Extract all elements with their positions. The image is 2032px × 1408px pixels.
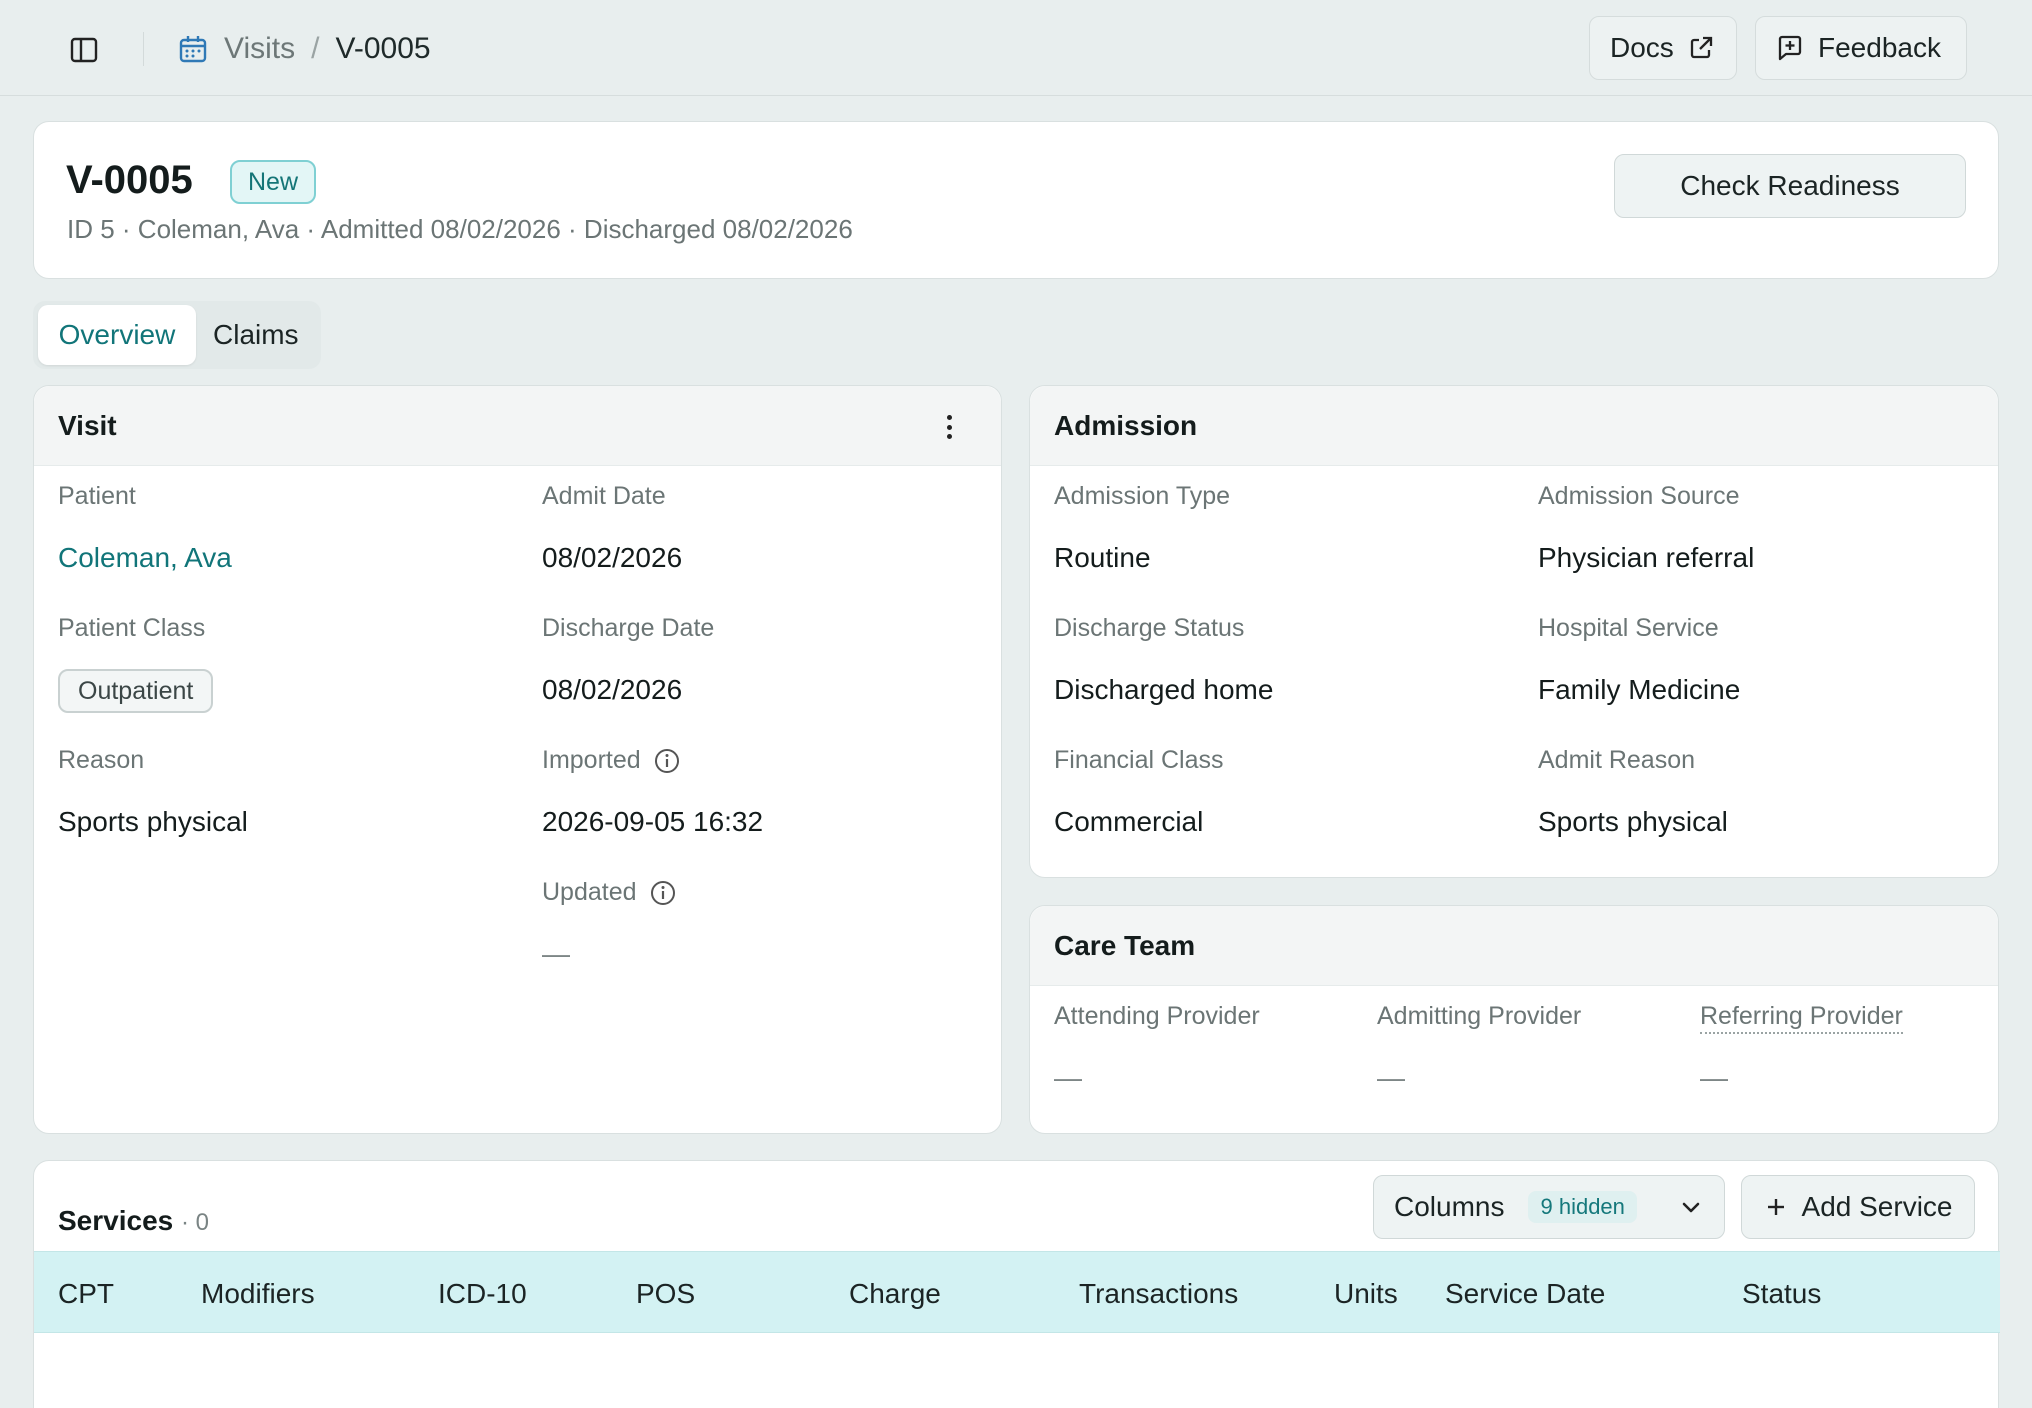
chevron-down-icon	[1678, 1194, 1704, 1220]
column-header-icd10[interactable]: ICD-10	[438, 1278, 527, 1310]
patient-class-badge: Outpatient	[58, 669, 214, 713]
more-options-button[interactable]	[937, 412, 961, 442]
services-count: · 0	[181, 1209, 210, 1236]
admission-source-value: Physician referral	[1538, 542, 1755, 573]
tab-list: Overview Claims	[33, 301, 321, 369]
visit-panel-header: Visit	[34, 386, 1001, 466]
admit-reason-label: Admit Reason	[1538, 746, 1696, 774]
patient-label: Patient	[58, 482, 136, 510]
patient-class-label: Patient Class	[58, 614, 206, 642]
reason-label: Reason	[58, 746, 145, 774]
column-header-units[interactable]: Units	[1334, 1278, 1398, 1310]
column-header-transactions[interactable]: Transactions	[1079, 1278, 1238, 1310]
sidebar-toggle-button[interactable]	[64, 30, 104, 70]
column-header-charge[interactable]: Charge	[849, 1278, 941, 1310]
topbar-divider	[143, 32, 144, 66]
visit-panel-title: Visit	[58, 410, 117, 441]
imported-label: Imported	[542, 746, 681, 775]
kebab-dot-icon	[946, 424, 952, 430]
info-icon[interactable]	[649, 879, 677, 907]
columns-dropdown-button[interactable]: Columns 9 hidden	[1373, 1175, 1725, 1239]
updated-value: —	[542, 938, 570, 969]
admitting-provider-label: Admitting Provider	[1377, 1002, 1582, 1030]
patient-link[interactable]: Coleman, Ava	[58, 542, 232, 574]
visit-header-card: V-0005 New ID 5 · Coleman, Ava · Admitte…	[33, 121, 1999, 279]
visit-panel: Visit Patient Coleman, Ava Admit Date 08…	[33, 385, 1002, 1134]
hospital-service-label: Hospital Service	[1538, 614, 1719, 642]
column-header-pos[interactable]: POS	[636, 1278, 695, 1310]
column-header-cpt[interactable]: CPT	[58, 1278, 114, 1310]
feedback-label: Feedback	[1818, 32, 1941, 63]
admit-date-label: Admit Date	[542, 482, 666, 510]
sidebar-panel-icon	[70, 37, 98, 63]
check-readiness-button[interactable]: Check Readiness	[1614, 154, 1966, 218]
feedback-button[interactable]: Feedback	[1755, 16, 1967, 80]
message-plus-icon	[1778, 35, 1802, 61]
referring-provider-value: —	[1700, 1062, 1728, 1093]
care-team-panel-header: Care Team	[1030, 906, 1998, 986]
breadcrumb-visits-link[interactable]: Visits	[224, 32, 295, 66]
docs-button[interactable]: Docs	[1589, 16, 1737, 80]
column-header-service-date[interactable]: Service Date	[1445, 1278, 1605, 1310]
updated-label-text: Updated	[542, 878, 637, 906]
referring-provider-label-text: Referring Provider	[1700, 1002, 1903, 1034]
calendar-icon	[179, 36, 207, 63]
care-team-panel-title: Care Team	[1054, 930, 1196, 961]
top-bar: Visits / V-0005 Docs Feedback	[0, 0, 2032, 96]
kebab-dot-icon	[946, 434, 952, 439]
imported-label-text: Imported	[542, 746, 641, 774]
admit-date-value: 08/02/2026	[542, 542, 683, 573]
breadcrumb-separator: /	[311, 32, 320, 65]
admission-panel-header: Admission	[1030, 386, 1998, 466]
services-table-header: CPT Modifiers ICD-10 POS Charge Transact…	[34, 1251, 2000, 1333]
imported-value: 2026-09-05 16:32	[542, 806, 764, 837]
admission-type-value: Routine	[1054, 542, 1151, 573]
docs-label: Docs	[1610, 32, 1674, 63]
column-header-status[interactable]: Status	[1742, 1278, 1821, 1310]
breadcrumb-current: V-0005	[335, 32, 431, 65]
admit-reason-value: Sports physical	[1538, 806, 1728, 837]
columns-label: Columns	[1394, 1191, 1505, 1222]
column-header-modifiers[interactable]: Modifiers	[201, 1278, 315, 1310]
tab-claims[interactable]: Claims	[213, 305, 313, 365]
add-service-button[interactable]: Add Service	[1741, 1175, 1975, 1239]
info-icon[interactable]	[653, 747, 681, 775]
admission-type-label: Admission Type	[1054, 482, 1231, 510]
discharge-status-value: Discharged home	[1054, 674, 1274, 705]
discharge-date-value: 08/02/2026	[542, 674, 683, 705]
discharge-status-label: Discharge Status	[1054, 614, 1245, 642]
care-team-panel: Care Team Attending Provider — Admitting…	[1029, 905, 1999, 1134]
services-title: Services · 0	[58, 1205, 209, 1237]
hospital-service-value: Family Medicine	[1538, 674, 1741, 705]
add-service-label: Add Service	[1801, 1191, 1953, 1222]
admission-panel: Admission Admission Type Routine Admissi…	[1029, 385, 1999, 878]
services-title-text: Services	[58, 1205, 174, 1236]
visit-detail-page: Visits / V-0005 Docs Feedback V-0005 New…	[0, 0, 2032, 1408]
services-panel: Services · 0 Columns 9 hidden Add Servic…	[33, 1160, 2000, 1408]
updated-label: Updated	[542, 878, 677, 907]
financial-class-label: Financial Class	[1054, 746, 1224, 774]
admitting-provider-value: —	[1377, 1062, 1405, 1093]
tab-overview[interactable]: Overview	[38, 305, 196, 365]
breadcrumb: Visits / V-0005	[178, 28, 431, 70]
external-link-icon	[1690, 36, 1712, 59]
plus-icon	[1767, 1199, 1784, 1215]
page-title: V-0005	[66, 158, 193, 202]
attending-provider-value: —	[1054, 1062, 1082, 1093]
admission-source-label: Admission Source	[1538, 482, 1740, 510]
admission-panel-title: Admission	[1054, 410, 1198, 441]
referring-provider-label[interactable]: Referring Provider	[1700, 1002, 1903, 1034]
hidden-columns-badge: 9 hidden	[1528, 1191, 1637, 1223]
financial-class-value: Commercial	[1054, 806, 1204, 837]
visit-summary: ID 5 · Coleman, Ava · Admitted 08/02/202…	[67, 214, 853, 244]
attending-provider-label: Attending Provider	[1054, 1002, 1260, 1030]
status-badge: New	[230, 160, 317, 204]
kebab-dot-icon	[946, 415, 952, 420]
discharge-date-label: Discharge Date	[542, 614, 715, 642]
reason-value: Sports physical	[58, 806, 248, 837]
